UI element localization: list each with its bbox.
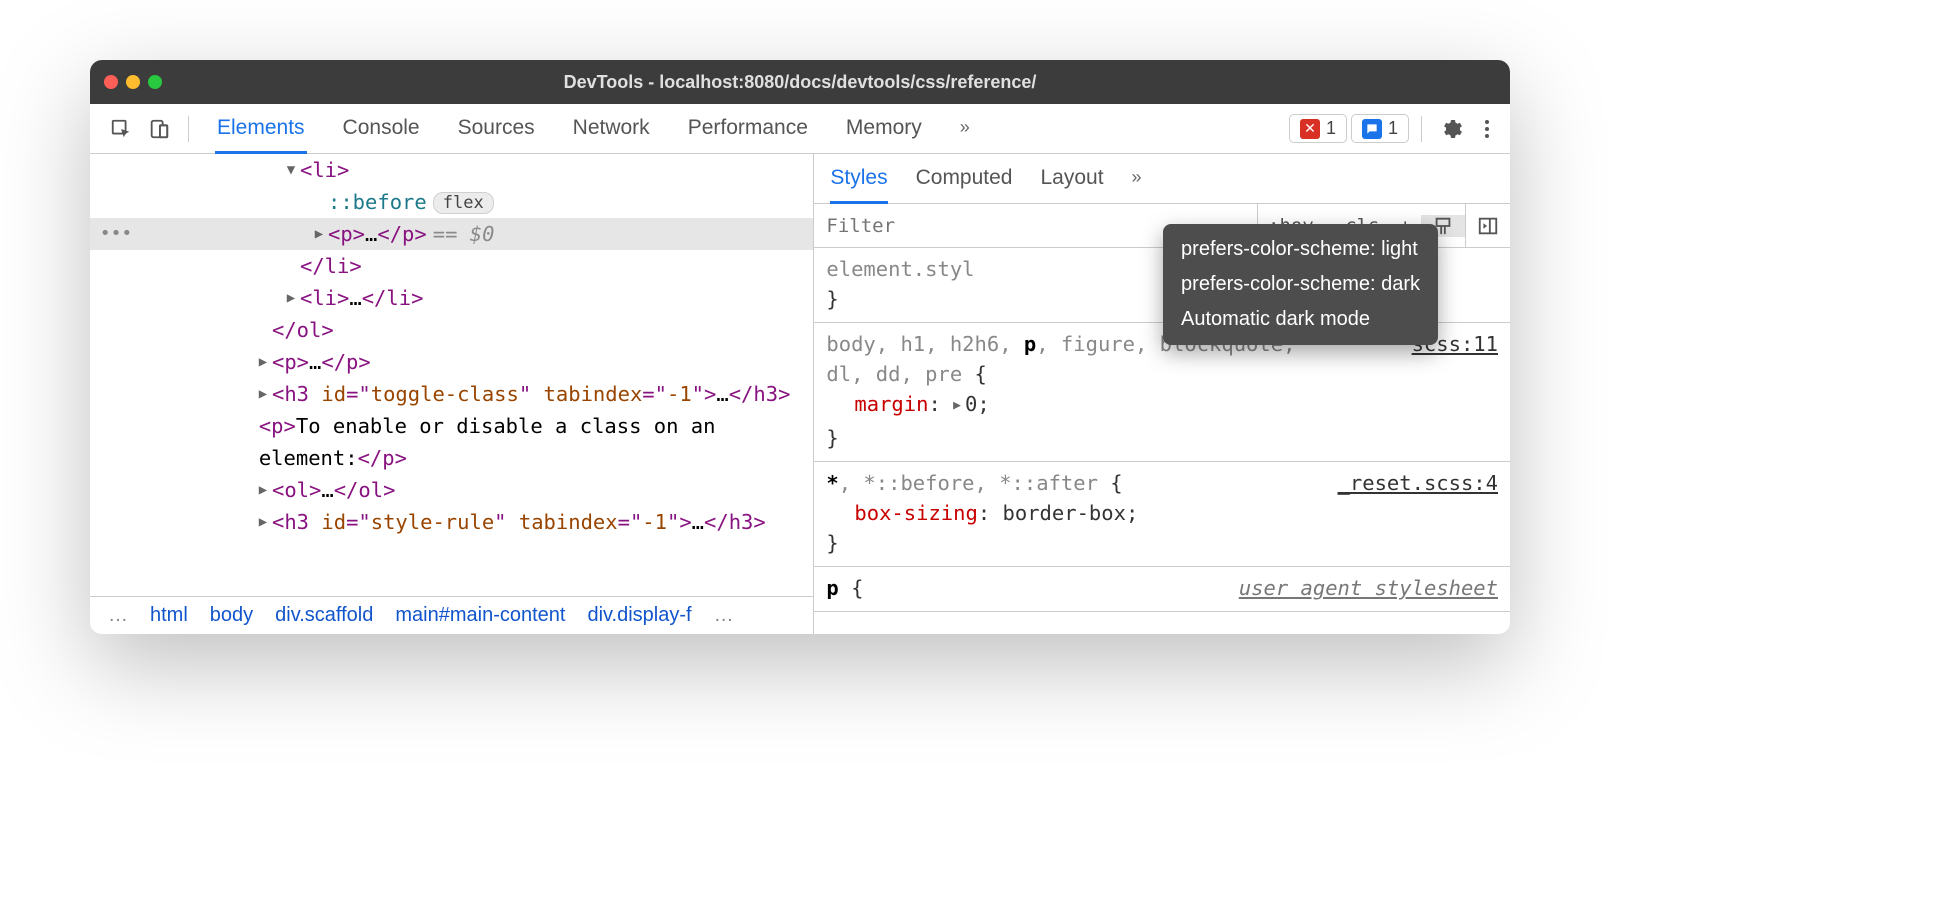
inspect-element-icon[interactable] [104, 112, 138, 146]
dom-tree-row[interactable]: ▶<p>…</p> [90, 346, 813, 378]
menu-item-prefers-light[interactable]: prefers-color-scheme: light [1163, 232, 1438, 267]
window-titlebar: DevTools - localhost:8080/docs/devtools/… [90, 60, 1510, 104]
dom-tree-row[interactable]: ▶<h3 id="toggle-class" tabindex="-1">…</… [90, 378, 813, 410]
sub-tab-layout[interactable]: Layout [1040, 155, 1103, 204]
breadcrumb-more-left[interactable]: … [108, 604, 128, 627]
tab-memory[interactable]: Memory [844, 104, 924, 154]
tab-network[interactable]: Network [571, 104, 652, 154]
settings-gear-icon[interactable] [1434, 112, 1468, 146]
style-rule[interactable]: _reset.scss:4*, *::before, *::after {box… [814, 462, 1510, 567]
tab-sources[interactable]: Sources [456, 104, 537, 154]
breadcrumb-item[interactable]: div.display-f [587, 604, 691, 627]
styles-panel: Styles Computed Layout » :hov .cls + [814, 154, 1510, 634]
css-declaration[interactable]: box-sizing: border-box; [826, 498, 1498, 528]
messages-icon [1362, 119, 1382, 139]
rule-source-link[interactable]: _reset.scss:4 [1338, 468, 1498, 498]
css-declaration[interactable]: margin: ▶0; [826, 389, 1498, 423]
dom-tree-row[interactable]: ▶<li>…</li> [90, 282, 813, 314]
breadcrumb-item[interactable]: main#main-content [395, 604, 565, 627]
window-close-button[interactable] [104, 75, 118, 89]
user-agent-stylesheet-label: user agent stylesheet [1239, 573, 1498, 603]
elements-panel: ▼<li>::beforeflex•••▶<p>…</p>== $0</li>▶… [90, 154, 814, 634]
sub-tab-styles[interactable]: Styles [830, 155, 887, 204]
menu-item-auto-dark[interactable]: Automatic dark mode [1163, 302, 1438, 337]
sub-tab-computed[interactable]: Computed [916, 155, 1013, 204]
tab-console[interactable]: Console [341, 104, 422, 154]
breadcrumb-item[interactable]: html [150, 604, 188, 627]
sub-tabs-overflow-icon[interactable]: » [1132, 155, 1142, 204]
main-tabs: Elements Console Sources Network Perform… [201, 104, 1285, 153]
error-count-badge[interactable]: ✕ 1 [1289, 114, 1347, 143]
window-title: DevTools - localhost:8080/docs/devtools/… [90, 72, 1510, 93]
devtools-window: DevTools - localhost:8080/docs/devtools/… [90, 60, 1510, 634]
window-maximize-button[interactable] [148, 75, 162, 89]
toolbar-separator [188, 116, 189, 142]
tab-elements[interactable]: Elements [215, 104, 307, 154]
rendering-emulations-menu: prefers-color-scheme: light prefers-colo… [1163, 224, 1438, 345]
dom-tree-row[interactable]: <p>To enable or disable a class on an el… [90, 410, 813, 474]
menu-item-prefers-dark[interactable]: prefers-color-scheme: dark [1163, 267, 1438, 302]
styles-sub-tabs: Styles Computed Layout » [814, 154, 1510, 204]
dom-tree-row[interactable]: </li> [90, 250, 813, 282]
error-icon: ✕ [1300, 119, 1320, 139]
style-rule[interactable]: user agent stylesheetp { [814, 567, 1510, 612]
window-controls [104, 75, 162, 89]
toolbar-separator [1421, 116, 1422, 142]
more-menu-icon[interactable] [1472, 112, 1502, 146]
breadcrumb-item[interactable]: body [210, 604, 253, 627]
breadcrumb-more-right[interactable]: … [714, 604, 734, 627]
breadcrumb-item[interactable]: div.scaffold [275, 604, 373, 627]
breadcrumb: … html body div.scaffold main#main-conte… [90, 596, 813, 634]
dom-tree[interactable]: ▼<li>::beforeflex•••▶<p>…</p>== $0</li>▶… [90, 154, 813, 596]
window-minimize-button[interactable] [126, 75, 140, 89]
dom-tree-row[interactable]: •••▶<p>…</p>== $0 [90, 218, 813, 250]
computed-sidebar-toggle-icon[interactable] [1466, 215, 1510, 237]
dom-tree-row[interactable]: </ol> [90, 314, 813, 346]
device-toggle-icon[interactable] [142, 112, 176, 146]
dom-tree-row[interactable]: ▶<ol>…</ol> [90, 474, 813, 506]
tab-performance[interactable]: Performance [686, 104, 810, 154]
dom-tree-row[interactable]: ::beforeflex [90, 186, 813, 218]
dom-tree-row[interactable]: ▼<li> [90, 154, 813, 186]
tabs-overflow-icon[interactable]: » [958, 104, 972, 154]
main-toolbar: Elements Console Sources Network Perform… [90, 104, 1510, 154]
error-count: 1 [1326, 118, 1336, 139]
messages-count: 1 [1388, 118, 1398, 139]
dom-tree-row[interactable]: ▶<h3 id="style-rule" tabindex="-1">…</h3… [90, 506, 813, 538]
messages-count-badge[interactable]: 1 [1351, 114, 1409, 143]
